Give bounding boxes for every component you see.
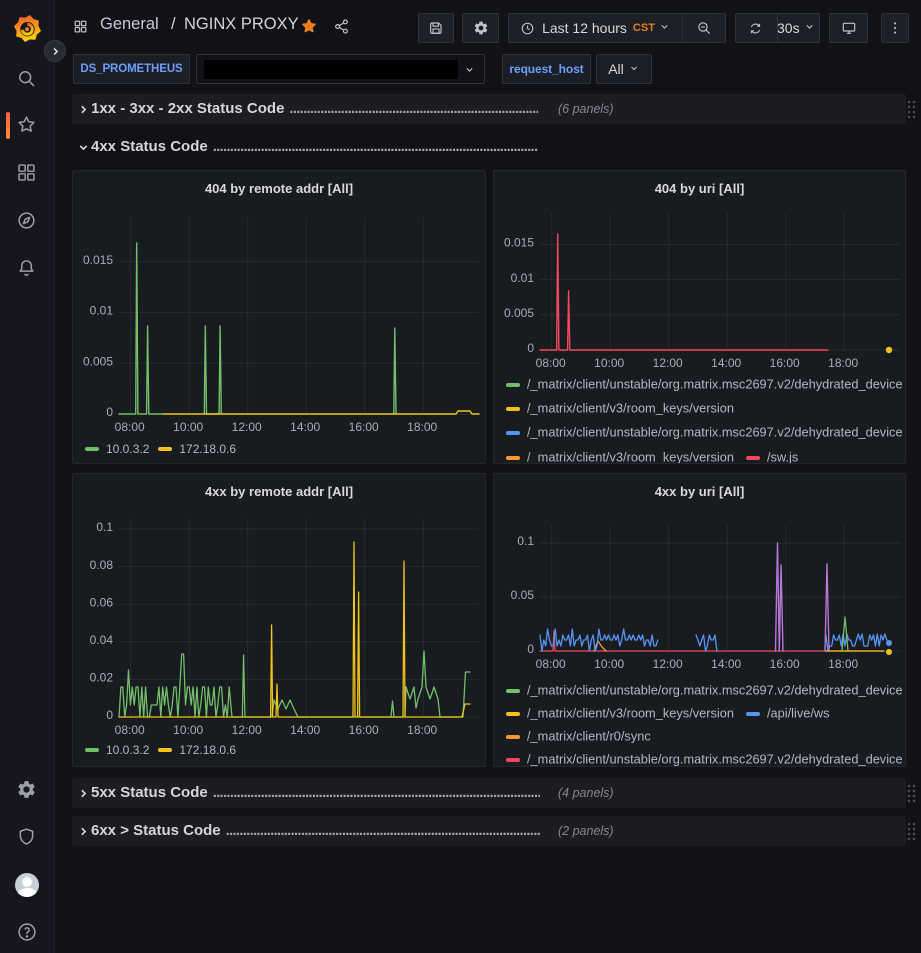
svg-text:08:00: 08:00 (536, 657, 566, 671)
svg-text:0: 0 (527, 341, 534, 355)
svg-text:12:00: 12:00 (653, 356, 683, 370)
svg-text:10:00: 10:00 (173, 723, 203, 737)
svg-text:16:00: 16:00 (770, 657, 800, 671)
svg-text:18:00: 18:00 (407, 723, 437, 737)
svg-text:10:00: 10:00 (173, 420, 203, 434)
svg-text:0.08: 0.08 (90, 558, 114, 572)
svg-text:0: 0 (106, 405, 113, 419)
svg-text:18:00: 18:00 (828, 356, 858, 370)
svg-text:14:00: 14:00 (290, 723, 320, 737)
svg-text:12:00: 12:00 (653, 657, 683, 671)
svg-text:0.005: 0.005 (504, 306, 534, 320)
svg-text:08:00: 08:00 (536, 356, 566, 370)
svg-text:08:00: 08:00 (115, 420, 145, 434)
svg-text:10:00: 10:00 (594, 356, 624, 370)
svg-text:14:00: 14:00 (711, 356, 741, 370)
svg-text:0.04: 0.04 (90, 633, 114, 647)
svg-text:0.01: 0.01 (90, 304, 114, 318)
svg-text:0.015: 0.015 (504, 236, 534, 250)
svg-text:18:00: 18:00 (828, 657, 858, 671)
svg-text:0.005: 0.005 (83, 354, 113, 368)
svg-text:0: 0 (527, 642, 534, 656)
svg-text:0.01: 0.01 (511, 271, 535, 285)
svg-text:14:00: 14:00 (711, 657, 741, 671)
svg-text:0.015: 0.015 (83, 253, 113, 267)
svg-text:12:00: 12:00 (232, 723, 262, 737)
svg-text:0.02: 0.02 (90, 671, 114, 685)
svg-text:18:00: 18:00 (407, 420, 437, 434)
svg-text:16:00: 16:00 (349, 420, 379, 434)
svg-text:0.1: 0.1 (96, 520, 113, 534)
svg-text:08:00: 08:00 (115, 723, 145, 737)
svg-text:10:00: 10:00 (594, 657, 624, 671)
svg-text:0: 0 (106, 708, 113, 722)
svg-text:14:00: 14:00 (290, 420, 320, 434)
svg-text:0.1: 0.1 (517, 534, 534, 548)
svg-text:12:00: 12:00 (232, 420, 262, 434)
svg-text:16:00: 16:00 (349, 723, 379, 737)
svg-text:16:00: 16:00 (770, 356, 800, 370)
svg-text:0.06: 0.06 (90, 595, 114, 609)
svg-text:0.05: 0.05 (511, 588, 535, 602)
